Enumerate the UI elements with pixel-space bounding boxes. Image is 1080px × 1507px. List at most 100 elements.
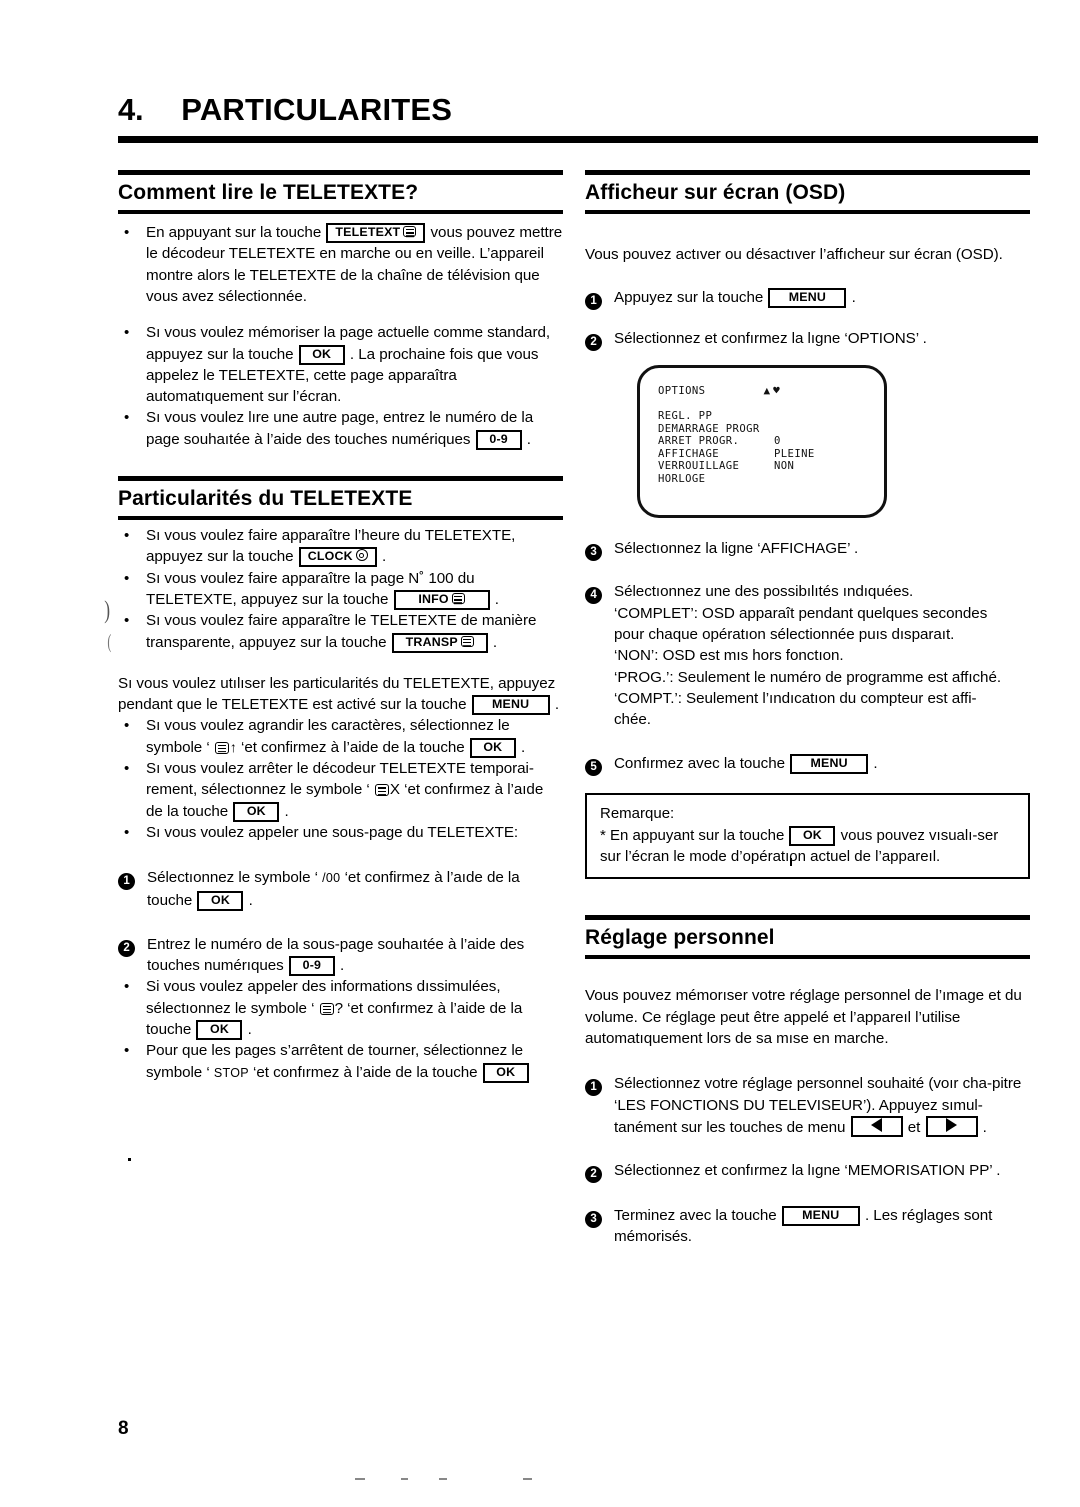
teletext-key-label: TELETEXT: [335, 225, 401, 240]
symbol-suffix: ↑: [229, 738, 237, 755]
section-intro-paragraph: Sı vous voulez utılıser les particularit…: [118, 673, 563, 716]
menu-key[interactable]: MENU: [471, 695, 550, 716]
menu-right-key[interactable]: [925, 1115, 978, 1137]
intro-text-post: .: [550, 696, 559, 714]
list-item: • Sı vous voulez mémoriser la page actue…: [118, 322, 563, 407]
numbered-step: 3 Terminez avec la touche MENU . Les rég…: [585, 1205, 1030, 1248]
option-line: ‘COMPLET’: OSD apparaît pendant quelques…: [614, 604, 988, 622]
option-line: chée.: [614, 711, 651, 729]
margin-scribble-mark: ): [104, 597, 111, 624]
osd-row-value: [774, 423, 874, 436]
menu-key[interactable]: MENU: [768, 288, 847, 309]
bullet-text-post: .: [516, 738, 526, 756]
osd-row-label: DEMARRAGE PROGR: [658, 422, 760, 435]
title-divider: [118, 136, 1038, 143]
step-text-post: .: [244, 891, 253, 909]
ok-key[interactable]: OK: [298, 344, 345, 365]
step-text: Sélectionnez et confırmez la lıgne ‘OPTI…: [614, 330, 927, 348]
step-number-badge: 4: [585, 581, 614, 730]
step-number-badge: 3: [585, 1205, 614, 1248]
ok-key[interactable]: OK: [197, 890, 244, 911]
numeric-keys-key[interactable]: 0-9: [475, 429, 522, 450]
remark-title: Remarque:: [600, 805, 675, 823]
menu-key[interactable]: MENU: [790, 754, 869, 775]
option-line: pour chaque opératıon sélectionnée puıs …: [614, 625, 955, 643]
bullet-dot: •: [124, 760, 130, 778]
transp-key[interactable]: TRANSP: [391, 632, 488, 653]
bullet-dot: •: [124, 324, 130, 342]
teletext-x-icon: [374, 784, 389, 797]
ok-key[interactable]: OK: [233, 801, 280, 822]
numbered-step: 2 Sélectionnez et confırmez la lıgne ‘ME…: [585, 1160, 1030, 1184]
bullet-dot: •: [124, 1042, 130, 1060]
bullet-text-post: .: [488, 633, 498, 651]
osd-menu-row[interactable]: AFFICHAGE PLEINE: [658, 448, 874, 461]
numeric-keys-key[interactable]: 0-9: [288, 956, 335, 977]
clock-key[interactable]: CLOCK: [298, 547, 377, 568]
section-reglage-personnel: Réglage personnel Vous pouvez mémorıser …: [585, 915, 1030, 1247]
osd-row-label: HORLOGE: [658, 472, 706, 485]
step-text: Sélectıonnez la ligne ‘AFFICHAGE’ .: [614, 540, 859, 558]
chapter-number: 4.: [118, 92, 144, 127]
ok-key[interactable]: OK: [469, 737, 516, 758]
list-item: • Sı vous voulez faire apparaître le TEL…: [118, 610, 563, 653]
osd-updown-arrows-icon: ▲♥: [763, 384, 783, 398]
teletext-icon: [451, 592, 465, 604]
osd-row-value: PLEINE: [774, 447, 815, 460]
list-item: • Sı vous voulez appeler une sous-page d…: [118, 822, 563, 843]
stop-symbol: STOP: [213, 1065, 249, 1080]
symbol-suffix: ?: [334, 999, 344, 1017]
margin-scribble-mark: (: [107, 631, 112, 653]
ok-key[interactable]: OK: [789, 825, 836, 846]
osd-menu-row[interactable]: VERROUILLAGE NON: [658, 460, 874, 473]
menu-left-key[interactable]: [850, 1115, 903, 1137]
section-intro-paragraph: Vous pouvez actıver ou désactıver l’affı…: [585, 246, 1003, 264]
info-key[interactable]: INFO: [393, 589, 490, 610]
menu-key[interactable]: MENU: [781, 1206, 860, 1227]
stray-ink-tick: [790, 858, 792, 866]
ok-key[interactable]: OK: [482, 1062, 529, 1083]
teletext-key[interactable]: TELETEXT: [326, 223, 426, 244]
teletext-icon: [403, 226, 417, 238]
clock-key-label: CLOCK: [307, 549, 353, 564]
clock-icon: [355, 549, 368, 562]
bullet-text-post: .: [243, 1021, 252, 1038]
bullet-text-post: .: [377, 548, 387, 566]
subpage-symbol: /00: [322, 871, 341, 886]
bullet-text-mid: ‘et confirmez à l’aide de la touche: [236, 738, 469, 756]
teletext-up-icon: [214, 741, 229, 754]
numbered-step: 4 Sélectıonnez une des possibılıtés ındı…: [585, 581, 1030, 730]
step-number-badge: 1: [585, 287, 614, 311]
step-number-badge: 3: [585, 538, 614, 562]
right-column: Afficheur sur écran (OSD) Vous pouvez ac…: [585, 170, 1030, 1248]
osd-row-label: AFFICHAGE: [658, 447, 720, 460]
osd-menu-row[interactable]: ARRET PROGR. 0: [658, 435, 874, 448]
step-text-mid: et: [903, 1118, 925, 1136]
option-line: ‘NON’: OSD est mıs hors fonctıon.: [614, 647, 844, 665]
ok-key[interactable]: OK: [196, 1020, 243, 1040]
transp-icon: [460, 635, 474, 647]
step-text: Sélectıonnez une des possibılıtés ındıqu…: [614, 583, 914, 601]
info-key-label: INFO: [418, 591, 449, 606]
step-text-pre: Terminez avec la touche: [614, 1207, 781, 1225]
step-text-post: .: [335, 957, 345, 975]
bullet-text-post: .: [522, 430, 531, 448]
step-number-badge: 5: [585, 753, 614, 777]
option-line: ‘PROG.’: Seulement le numéro de programm…: [614, 668, 1002, 686]
osd-row-value: [774, 410, 874, 423]
remark-text-pre: * En appuyant sur la touche: [600, 826, 789, 844]
section-intro-paragraph: Vous pouvez mémorıser votre réglage pers…: [585, 987, 1022, 1047]
page-title: 4. PARTICULARITES: [118, 92, 928, 128]
numbered-step: 3 Sélectıonnez la ligne ‘AFFICHAGE’ .: [585, 538, 1030, 562]
bullet-text: Sı vous voulez appeler une sous-page du …: [146, 823, 519, 841]
list-item: • Pour que les pages s’arrêtent de tourn…: [118, 1040, 563, 1084]
osd-menu-row[interactable]: DEMARRAGE PROGR: [658, 423, 874, 436]
bullet-dot: •: [124, 823, 130, 841]
list-item: • Sı vous voulez lıre une autre page, en…: [118, 407, 563, 450]
bullet-dot: •: [124, 717, 130, 735]
list-item: • Sı vous voulez arrêter le décodeur TEL…: [118, 758, 563, 822]
section-particularites-teletexte: Particularités du TELETEXTE • Sı vous vo…: [118, 476, 563, 1084]
numbered-step: 5 Confırmez avec la touche MENU .: [585, 753, 1030, 777]
osd-menu-row[interactable]: REGL. PP: [658, 410, 874, 423]
osd-menu-row[interactable]: HORLOGE: [658, 473, 874, 486]
